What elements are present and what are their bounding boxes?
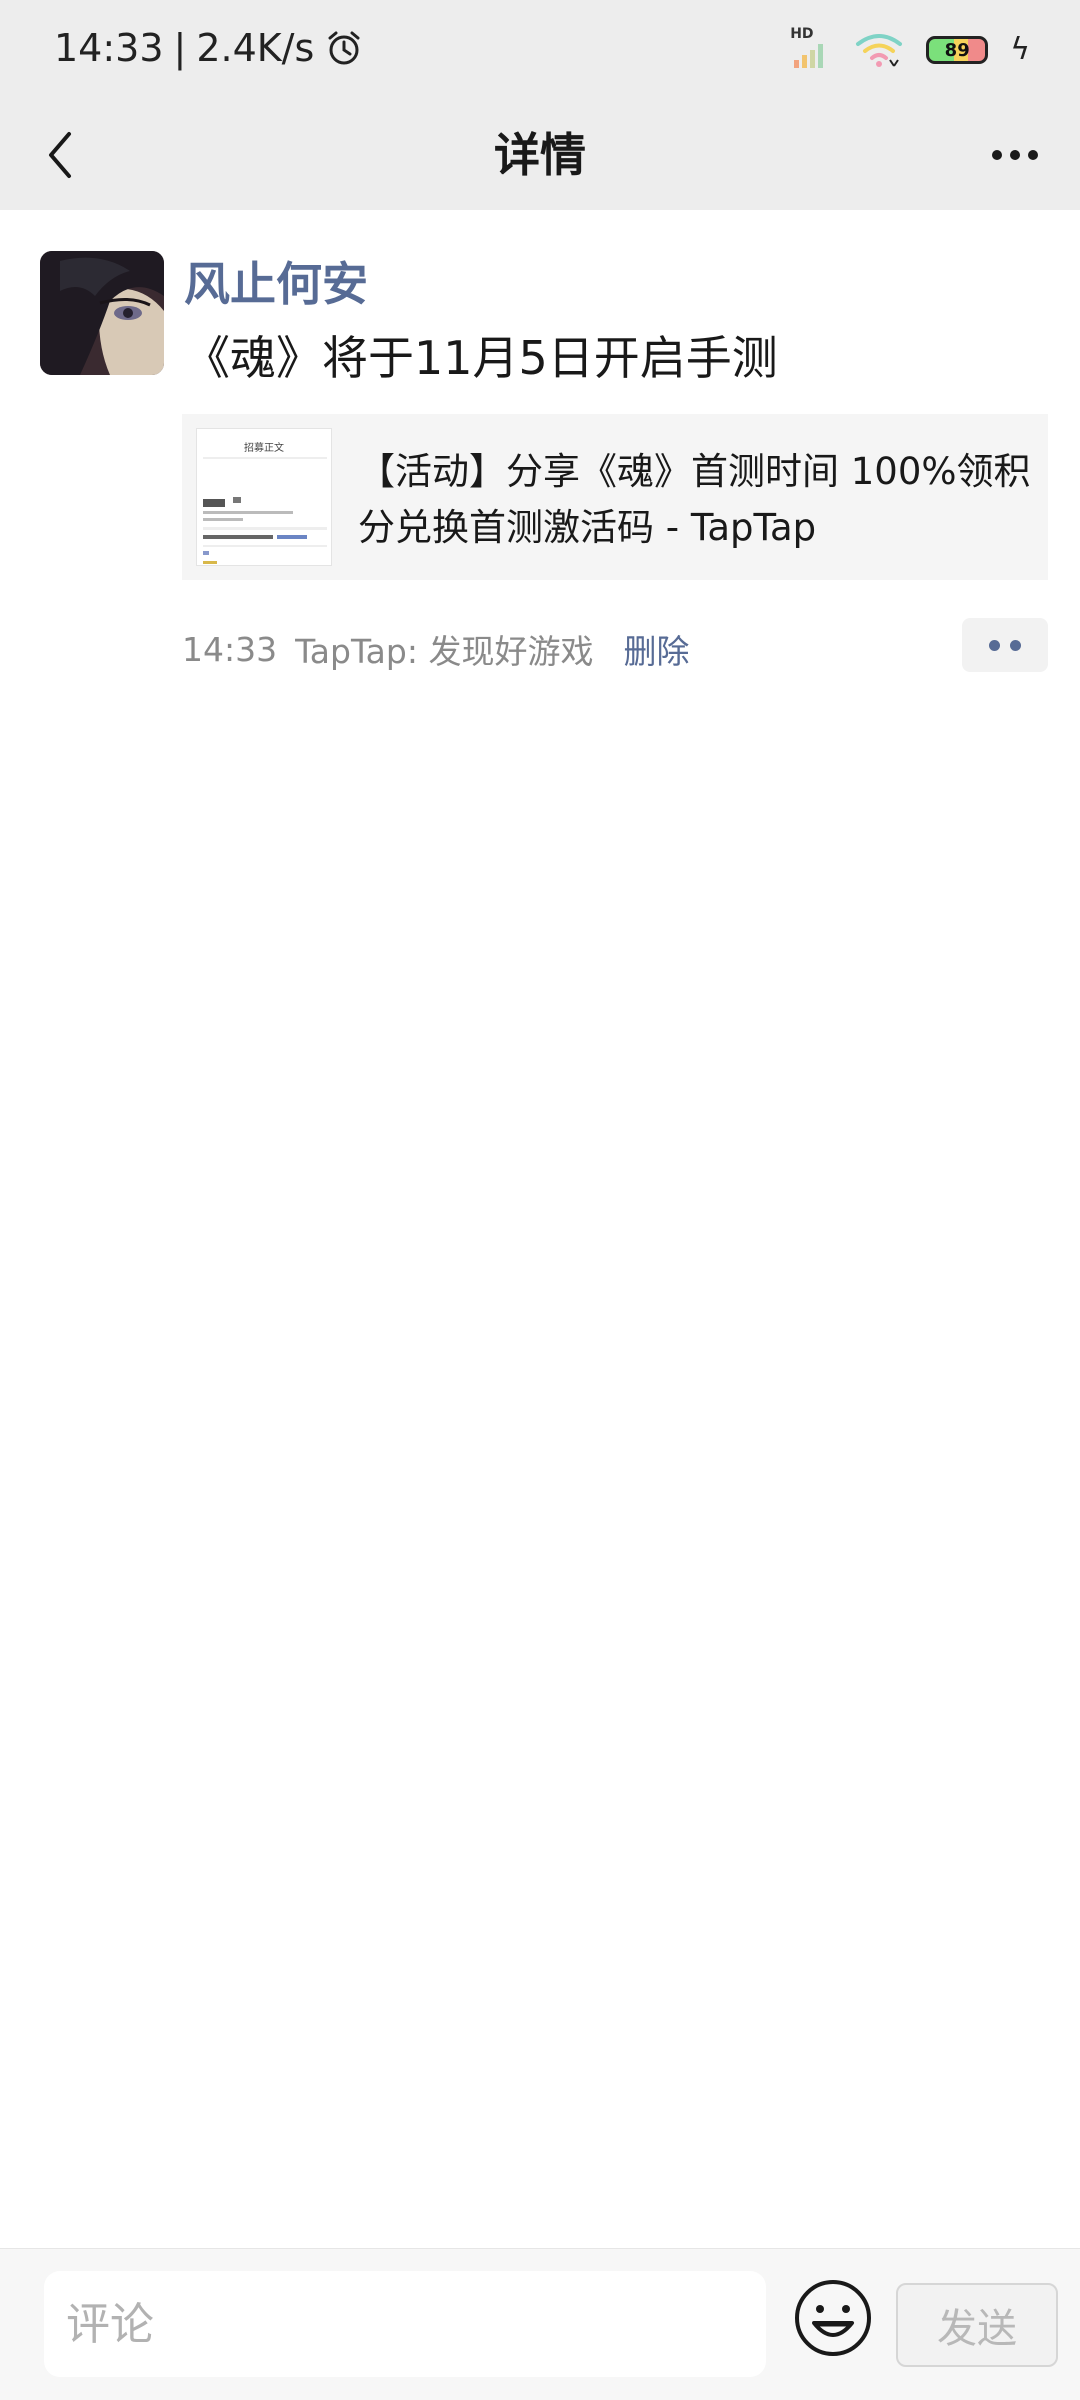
- avatar[interactable]: [40, 251, 164, 375]
- more-dot-icon: [1028, 150, 1038, 160]
- more-dot-icon: [1010, 150, 1020, 160]
- post-time: 14:33: [182, 629, 278, 669]
- smiley-icon: [795, 2280, 871, 2356]
- action-dot-icon: [1010, 639, 1021, 651]
- battery-level: 89: [944, 39, 970, 61]
- more-options-button[interactable]: [980, 125, 1050, 185]
- link-thumbnail: 招募正文: [196, 428, 332, 566]
- send-button[interactable]: 发送: [896, 2283, 1058, 2367]
- status-bar: 14:33 | 2.4K/s HD 89 ϟ: [0, 0, 1080, 100]
- network-speed: 2.4K/s: [196, 26, 315, 70]
- post-text: 《魂》将于11月5日开启手测: [184, 331, 778, 385]
- status-separator: |: [173, 26, 187, 70]
- author-name[interactable]: 风止何安: [184, 248, 368, 314]
- wifi-icon: [856, 34, 903, 67]
- cellular-signal-icon: HD: [790, 26, 832, 70]
- action-dot-icon: [989, 639, 1000, 651]
- comment-input[interactable]: [44, 2271, 766, 2377]
- status-time: 14:33: [54, 26, 164, 70]
- link-title: 【活动】分享《魂》首测时间 100%领积分兑换首测激活码 - TapTap: [358, 450, 1031, 549]
- charging-icon: ϟ: [1010, 32, 1030, 67]
- back-button[interactable]: [30, 125, 90, 185]
- post-source[interactable]: TapTap: 发现好游戏: [295, 625, 593, 673]
- status-right: HD 89 ϟ: [790, 26, 1030, 70]
- comment-bar: 发送: [0, 2248, 1080, 2400]
- more-dot-icon: [992, 150, 1002, 160]
- like-comment-button[interactable]: [962, 618, 1048, 672]
- shared-link-card[interactable]: 招募正文 【活动】分享《魂》首测时间 100%领积分兑换首测激活码 - TapT…: [182, 414, 1048, 580]
- page-title: 详情: [494, 128, 586, 182]
- emoji-button[interactable]: [792, 2277, 874, 2359]
- nav-bar: 详情: [0, 100, 1080, 210]
- hd-label: HD: [790, 26, 814, 42]
- post-meta: 14:33 TapTap: 发现好游戏 删除: [182, 624, 689, 674]
- chevron-left-icon: [49, 132, 71, 178]
- battery-icon: 89: [926, 36, 989, 64]
- delete-button[interactable]: 删除: [623, 625, 689, 673]
- alarm-icon: [328, 31, 360, 65]
- status-left: 14:33 | 2.4K/s: [54, 26, 364, 70]
